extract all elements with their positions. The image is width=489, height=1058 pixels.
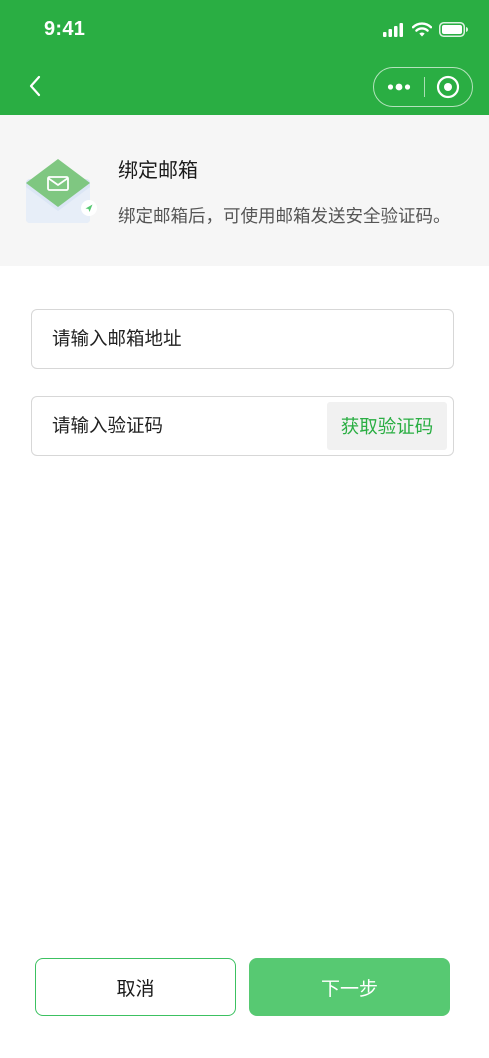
- code-field: 获取验证码: [31, 396, 454, 456]
- battery-icon: [439, 22, 468, 37]
- info-banner: 绑定邮箱 绑定邮箱后，可使用邮箱发送安全验证码。: [0, 115, 489, 266]
- signal-icon: [383, 22, 403, 37]
- status-time: 9:41: [44, 18, 86, 40]
- email-field: [31, 309, 454, 369]
- cancel-button[interactable]: 取消: [35, 958, 236, 1016]
- verification-code-input[interactable]: [32, 397, 322, 455]
- get-code-button[interactable]: 获取验证码: [327, 402, 447, 450]
- info-description: 绑定邮箱后，可使用邮箱发送安全验证码。: [118, 207, 451, 227]
- envelope-icon: [26, 159, 97, 223]
- header: 9:41: [0, 0, 489, 115]
- chevron-left-icon: [29, 75, 41, 97]
- more-button[interactable]: [374, 68, 424, 106]
- wifi-icon: [412, 22, 432, 37]
- status-icons: [383, 22, 469, 37]
- more-dots-icon: [387, 83, 410, 91]
- next-step-button[interactable]: 下一步: [249, 958, 450, 1016]
- miniprogram-capsule: [373, 67, 473, 107]
- close-miniprogram-button[interactable]: [424, 68, 472, 106]
- back-button[interactable]: [18, 68, 52, 104]
- email-input[interactable]: [32, 310, 453, 368]
- info-title: 绑定邮箱: [118, 158, 198, 182]
- close-target-icon: [437, 75, 460, 99]
